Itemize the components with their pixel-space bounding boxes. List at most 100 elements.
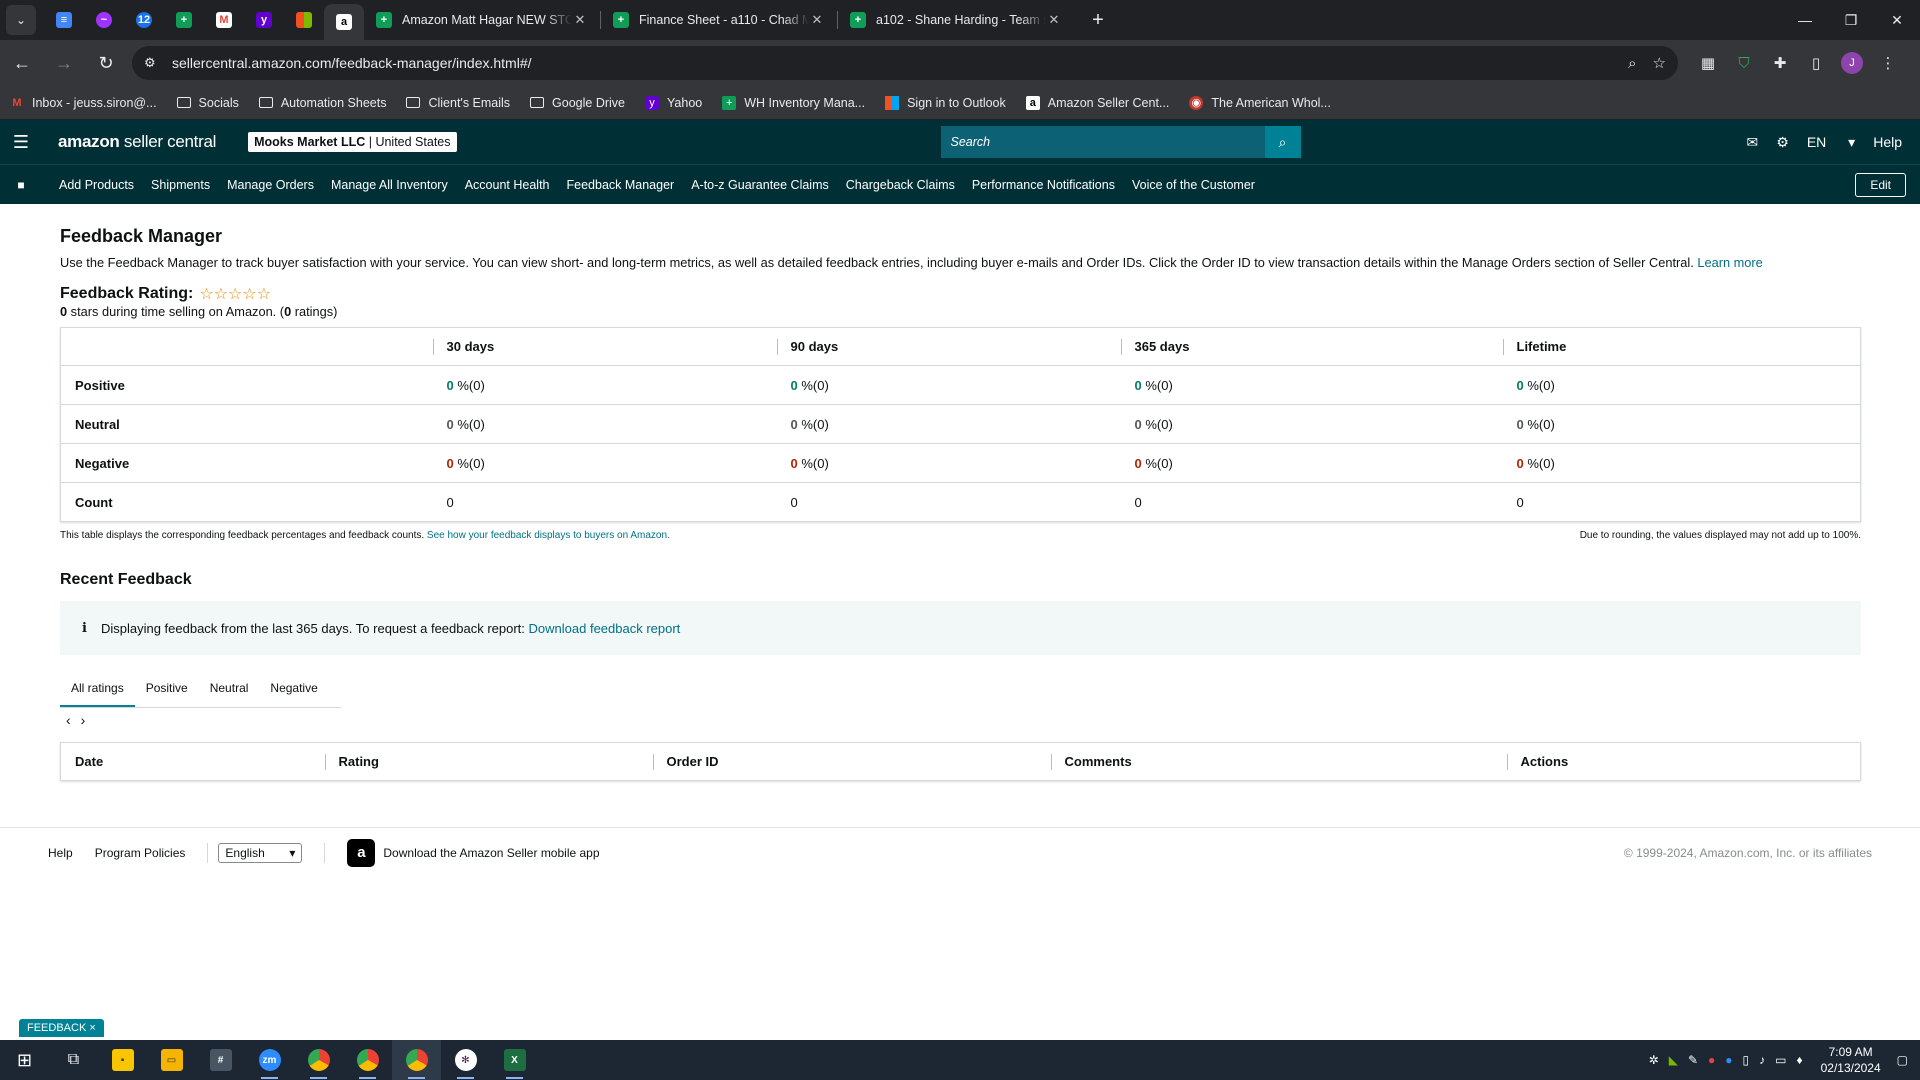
minimize-icon[interactable]: —	[1782, 12, 1828, 29]
pinned-tab-calendar[interactable]: 12	[124, 3, 164, 37]
search-button[interactable]: ⌕	[1264, 126, 1301, 158]
bookmark-american-wholesale[interactable]: ◉ The American Whol...	[1189, 95, 1331, 110]
slack-icon[interactable]: ✻	[441, 1040, 490, 1080]
footer-help-link[interactable]: Help	[48, 846, 73, 860]
menu-icon[interactable]: ⋮	[1870, 54, 1906, 72]
bookmark-client-emails[interactable]: Client's Emails	[406, 96, 510, 110]
browser-tab-2[interactable]: + Finance Sheet - a110 - Chad M ✕	[601, 3, 837, 37]
bookmark-socials[interactable]: Socials	[176, 96, 239, 110]
bookmark-amazon-seller[interactable]: a Amazon Seller Cent...	[1025, 95, 1169, 110]
chrome-icon-3[interactable]	[392, 1040, 441, 1080]
search-input[interactable]: Search	[951, 135, 1265, 149]
nav-account-health[interactable]: Account Health	[465, 178, 550, 192]
qr-icon[interactable]: ▦	[1690, 54, 1726, 72]
task-view-icon[interactable]: ⧉	[49, 1040, 98, 1080]
url-text[interactable]: sellercentral.amazon.com/feedback-manage…	[172, 55, 1612, 71]
feedback-widget-button[interactable]: FEEDBACK ×	[19, 1019, 104, 1037]
close-icon[interactable]: ✕	[1046, 12, 1062, 28]
shield-icon[interactable]: ⛉	[1726, 55, 1762, 72]
zoom-tray-icon[interactable]: ●	[1725, 1053, 1732, 1067]
reload-icon[interactable]: ↻	[90, 53, 122, 74]
column-rating[interactable]: Rating	[324, 743, 653, 781]
bookmark-yahoo[interactable]: y Yahoo	[645, 95, 702, 110]
site-info-icon[interactable]: ⚙	[144, 55, 166, 71]
tab-all-ratings[interactable]: All ratings	[60, 669, 135, 707]
pinned-tab-docs[interactable]: ≡	[44, 3, 84, 37]
new-tab-button[interactable]: +	[1084, 9, 1112, 32]
side-panel-icon[interactable]: ▯	[1798, 54, 1834, 72]
footer-language-select[interactable]: English ▾	[218, 842, 303, 863]
search-box[interactable]: Search ⌕	[940, 126, 1301, 158]
pinned-tab-yahoo[interactable]: y	[244, 3, 284, 37]
extensions-icon[interactable]: ✚	[1762, 54, 1798, 72]
chrome-tray-icon[interactable]: ●	[1708, 1053, 1715, 1067]
bookmark-star-icon[interactable]: ☆	[1653, 54, 1666, 72]
close-icon[interactable]: ✕	[809, 12, 825, 28]
calculator-icon[interactable]: #	[196, 1040, 245, 1080]
learn-more-link[interactable]: Learn more	[1697, 255, 1762, 270]
zoom-app-icon[interactable]: zm	[245, 1040, 294, 1080]
file-explorer-icon[interactable]: ▭	[147, 1040, 196, 1080]
display-icon[interactable]: ▭	[1775, 1053, 1786, 1067]
bookmark-icon[interactable]: ■	[0, 178, 42, 192]
nav-add-products[interactable]: Add Products	[59, 178, 134, 192]
pinned-tab-sheets[interactable]: +	[164, 3, 204, 37]
microphone-icon[interactable]: ♦	[1796, 1053, 1802, 1067]
tab-search-button[interactable]: ⌄	[6, 5, 36, 35]
column-comments[interactable]: Comments	[1050, 743, 1507, 781]
notifications-icon[interactable]: ▢	[1897, 1053, 1908, 1067]
chevron-left-icon[interactable]: ‹	[66, 712, 71, 728]
tray-icon[interactable]: ✲	[1649, 1053, 1659, 1067]
download-app-link[interactable]: Download the Amazon Seller mobile app	[383, 846, 599, 860]
download-feedback-report-link[interactable]: Download feedback report	[529, 621, 681, 636]
column-actions[interactable]: Actions	[1506, 743, 1861, 781]
pinned-tab-gmail[interactable]: M	[204, 3, 244, 37]
column-order-id[interactable]: Order ID	[652, 743, 1051, 781]
bookmark-automation[interactable]: Automation Sheets	[258, 96, 386, 110]
hamburger-menu-icon[interactable]: ☰	[0, 132, 42, 153]
address-bar[interactable]: ⚙ sellercentral.amazon.com/feedback-mana…	[132, 46, 1678, 80]
volume-icon[interactable]: ♪	[1759, 1053, 1765, 1067]
gear-icon[interactable]: ⚙	[1776, 134, 1789, 151]
windows-start-icon[interactable]: ⊞	[0, 1040, 49, 1080]
back-icon[interactable]: ←	[6, 53, 38, 74]
nav-atoz-claims[interactable]: A-to-z Guarantee Claims	[691, 178, 829, 192]
footer-program-policies-link[interactable]: Program Policies	[95, 846, 186, 860]
close-icon[interactable]: ✕	[572, 12, 588, 28]
profile-avatar[interactable]: J	[1834, 52, 1870, 74]
pinned-tab-messenger[interactable]: ~	[84, 3, 124, 37]
pen-icon[interactable]: ✎	[1688, 1053, 1698, 1067]
nav-shipments[interactable]: Shipments	[151, 178, 210, 192]
restore-icon[interactable]: ❐	[1828, 12, 1874, 29]
pinned-tab-amazon[interactable]: a	[324, 4, 364, 40]
nav-manage-inventory[interactable]: Manage All Inventory	[331, 178, 448, 192]
nav-voice-of-customer[interactable]: Voice of the Customer	[1132, 178, 1255, 192]
amazon-app-icon[interactable]: a	[347, 838, 376, 867]
bookmark-outlook[interactable]: Sign in to Outlook	[885, 95, 1006, 110]
nav-manage-orders[interactable]: Manage Orders	[227, 178, 314, 192]
tab-negative[interactable]: Negative	[259, 669, 328, 707]
chevron-right-icon[interactable]: ›	[81, 712, 86, 728]
nvidia-icon[interactable]: ◣	[1669, 1053, 1678, 1067]
close-window-icon[interactable]: ✕	[1874, 12, 1920, 29]
account-switcher[interactable]: Mooks Market LLC | United States	[248, 132, 457, 152]
mail-icon[interactable]: ✉	[1747, 134, 1759, 151]
excel-icon[interactable]: X	[490, 1040, 539, 1080]
browser-tab-3[interactable]: + a102 - Shane Harding - Team sh ✕	[838, 3, 1074, 37]
bookmark-gmail[interactable]: M Inbox - jeuss.siron@...	[10, 96, 156, 110]
column-date[interactable]: Date	[61, 743, 325, 781]
battery-icon[interactable]: ▯	[1743, 1053, 1750, 1067]
bookmark-google-drive[interactable]: Google Drive	[530, 96, 625, 110]
edit-nav-button[interactable]: Edit	[1855, 172, 1906, 197]
help-link[interactable]: Help	[1873, 134, 1902, 150]
chrome-icon-2[interactable]	[343, 1040, 392, 1080]
zoom-icon[interactable]: ⌕	[1628, 55, 1636, 72]
chrome-icon-1[interactable]	[294, 1040, 343, 1080]
sticky-notes-icon[interactable]: ▪	[98, 1040, 147, 1080]
nav-performance-notifications[interactable]: Performance Notifications	[972, 178, 1115, 192]
forward-icon[interactable]: →	[48, 53, 80, 74]
nav-feedback-manager[interactable]: Feedback Manager	[567, 178, 675, 192]
tab-neutral[interactable]: Neutral	[199, 669, 260, 707]
language-selector[interactable]: EN ▾	[1807, 134, 1855, 151]
pinned-tab-microsoft[interactable]	[284, 3, 324, 37]
